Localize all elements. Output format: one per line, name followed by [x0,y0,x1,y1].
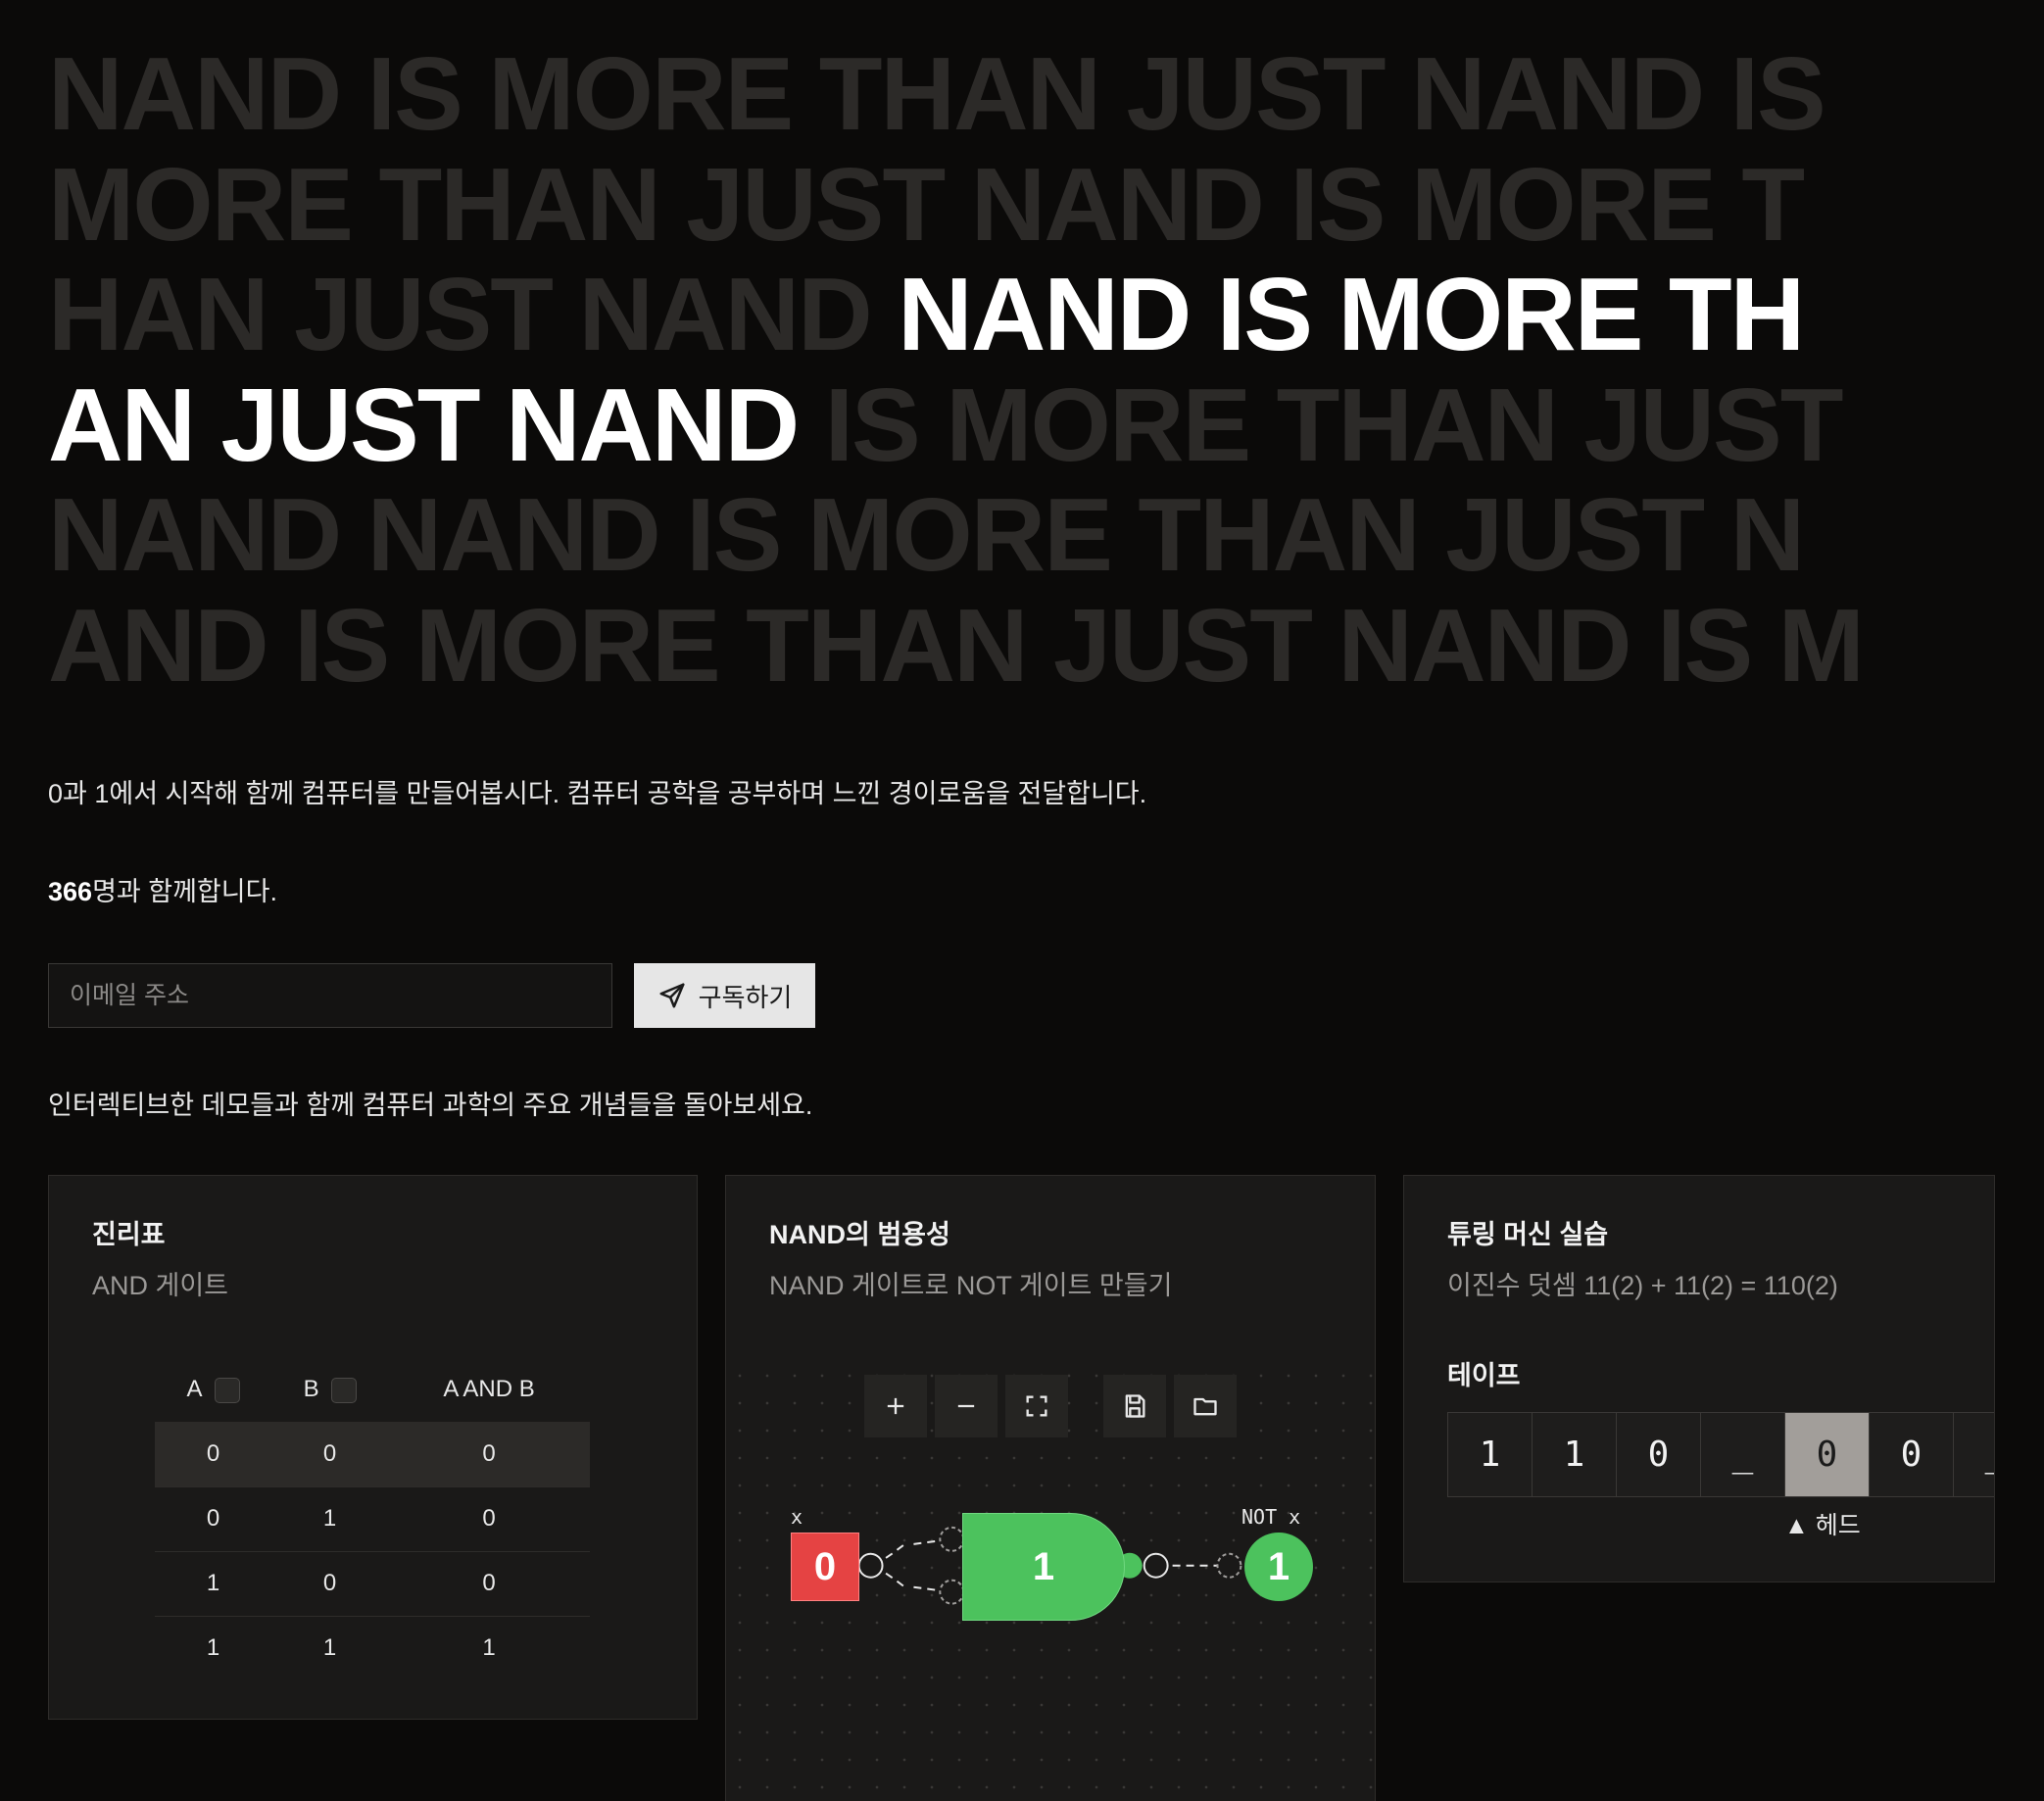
nand-universality-card[interactable]: NAND의 범용성 NAND 게이트로 NOT 게이트 만들기 x 0 1 NO… [725,1175,1376,1801]
subscribe-label: 구독하기 [698,982,793,1012]
card-subtitle: 이진수 덧셈 11(2) + 11(2) = 110(2) [1447,1271,1838,1300]
fullscreen-icon [1026,1395,1047,1417]
truth-table-card[interactable]: 진리표 AND 게이트 A B A AND B 0 0 0 0 1 0 1 0 [48,1175,698,1720]
tape-cell-head: 0 [1784,1412,1870,1497]
hero-line: HAN JUST NAND NAND IS MORE TH [48,260,2037,370]
table-row[interactable]: 1 0 0 [155,1551,590,1617]
output-node: 1 [1244,1533,1313,1601]
column-header-a: A [155,1357,271,1422]
input-a-checkbox[interactable] [214,1377,240,1403]
save-icon [1125,1394,1145,1418]
truth-table: A B A AND B 0 0 0 0 1 0 1 0 0 1 1 1 [155,1357,590,1680]
email-input[interactable] [48,963,612,1028]
hero-banner: NAND IS MORE THAN JUST NAND IS MORE THAN… [48,39,2037,701]
minus-icon [957,1404,975,1408]
plus-icon [887,1397,904,1415]
tape: 1 1 0 _ 0 0 _ [1447,1412,1994,1497]
table-row[interactable]: 0 1 0 [155,1486,590,1552]
input-toggle[interactable]: 0 [791,1533,859,1601]
tape-cell: _ [1953,1412,1994,1497]
table-row[interactable]: 1 1 1 [155,1616,590,1680]
tape-cell: 1 [1447,1412,1533,1497]
hero-line: NAND NAND IS MORE THAN JUST N [48,480,1805,591]
tape-label: 테이프 [1447,1361,1521,1390]
card-title: NAND의 범용성 [769,1220,950,1249]
head-indicator: ▲ 헤드 [1784,1512,1861,1539]
hero-line: MORE THAN JUST NAND IS MORE T [48,149,1805,260]
column-header-b: B [271,1357,388,1422]
column-header-output: A AND B [443,1376,535,1402]
folder-icon [1193,1397,1217,1416]
tape-cell: _ [1700,1412,1785,1497]
card-title: 진리표 [92,1220,166,1249]
demo-intro: 인터렉티브한 데모들과 함께 컴퓨터 과학의 주요 개념들을 돌아보세요. [48,1091,813,1120]
hero-line: AN JUST NAND IS MORE THAN JUST [48,370,2037,481]
save-button[interactable] [1103,1375,1166,1437]
hero-line: NAND IS MORE THAN JUST NAND IS [48,39,1826,150]
fit-view-button[interactable] [1005,1375,1068,1437]
hero-highlight: AN JUST NAND [48,369,825,480]
zoom-out-button[interactable] [935,1375,998,1437]
subscribe-button[interactable]: 구독하기 [634,963,815,1028]
input-label: x [791,1505,803,1529]
card-title: 튜링 머신 실습 [1447,1220,1609,1249]
input-b-checkbox[interactable] [330,1377,357,1403]
card-subtitle: AND 게이트 [92,1271,229,1300]
hero-highlight: NAND IS MORE TH [898,260,1805,370]
hero-line: AND IS MORE THAN JUST NAND IS M [48,590,1865,701]
table-row[interactable]: 0 0 0 [155,1422,590,1487]
tape-cell: 0 [1616,1412,1701,1497]
output-label: NOT x [1241,1505,1301,1529]
tape-cell: 0 [1869,1412,1954,1497]
send-icon [659,983,685,1008]
card-subtitle: NAND 게이트로 NOT 게이트 만들기 [769,1271,1173,1300]
zoom-in-button[interactable] [864,1375,927,1437]
subscriber-count: 366명과 함께합니다. [48,877,277,906]
nand-gate[interactable]: 1 [962,1513,1125,1621]
turing-machine-card[interactable]: 튜링 머신 실습 이진수 덧셈 11(2) + 11(2) = 110(2) 테… [1403,1175,1995,1582]
open-button[interactable] [1174,1375,1237,1437]
tape-cell: 1 [1532,1412,1617,1497]
tagline: 0과 1에서 시작해 함께 컴퓨터를 만들어봅시다. 컴퓨터 공학을 공부하며 … [48,779,1147,808]
